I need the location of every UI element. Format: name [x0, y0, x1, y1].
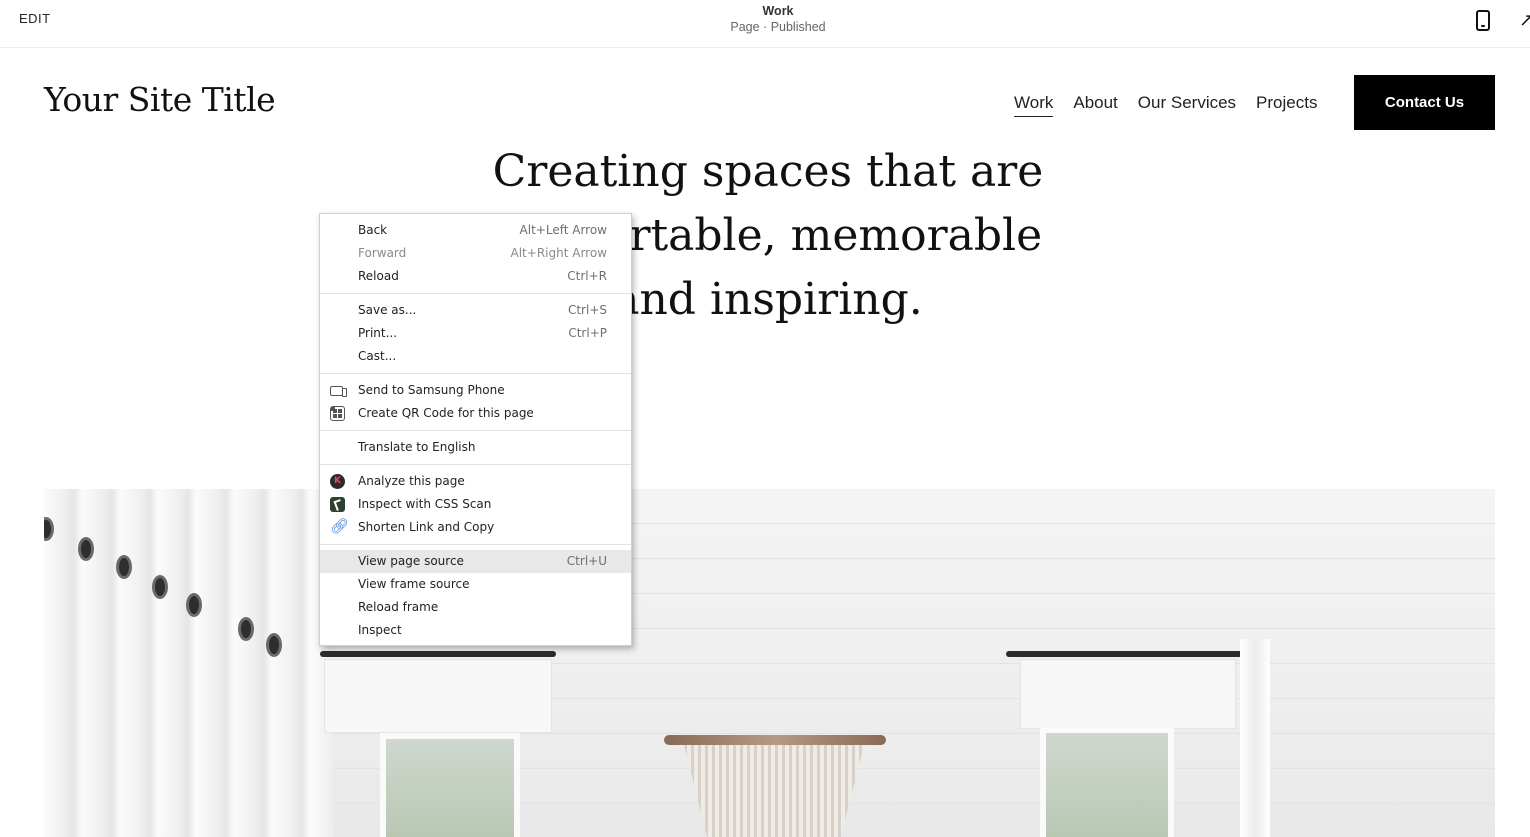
k-extension-icon: K: [330, 474, 345, 489]
menu-item-reload-frame[interactable]: Reload frame: [320, 596, 631, 619]
menu-item-qr-code[interactable]: Create QR Code for this page: [320, 402, 631, 425]
hero-image: [44, 489, 1495, 837]
curtain-rod-right: [1006, 651, 1242, 657]
menu-shortcut: Ctrl+R: [567, 269, 607, 283]
menu-item-label: Shorten Link and Copy: [358, 520, 495, 534]
menu-item-cast[interactable]: Cast...: [320, 345, 631, 368]
curtain-grommet: [186, 593, 202, 617]
menu-item-label: Translate to English: [358, 440, 476, 454]
device-send-icon: [330, 386, 347, 397]
menu-item-label: Print...: [358, 326, 398, 340]
menu-item-label: Inspect: [358, 623, 402, 637]
menu-item-label: Send to Samsung Phone: [358, 383, 505, 397]
menu-shortcut: Alt+Left Arrow: [519, 223, 607, 237]
browser-context-menu: Back Alt+Left Arrow Forward Alt+Right Ar…: [319, 213, 632, 646]
menu-item-label: Forward: [358, 246, 407, 260]
menu-item-save-as[interactable]: Save as... Ctrl+S: [320, 299, 631, 322]
menu-item-label: Reload frame: [358, 600, 439, 614]
nav-item-projects[interactable]: Projects: [1256, 93, 1317, 117]
menu-item-translate[interactable]: Translate to English: [320, 436, 631, 459]
curtain-grommet: [152, 575, 168, 599]
menu-item-inspect[interactable]: Inspect: [320, 619, 631, 642]
curtain-right: [1240, 639, 1270, 837]
window-right: [1040, 727, 1174, 837]
curtain-grommet: [238, 617, 254, 641]
menu-item-label: Analyze this page: [358, 474, 465, 488]
nav-item-work[interactable]: Work: [1014, 93, 1054, 117]
menu-item-print[interactable]: Print... Ctrl+P: [320, 322, 631, 345]
qr-code-icon: [330, 406, 345, 421]
menu-item-label: Save as...: [358, 303, 417, 317]
roman-shade-right: [1020, 659, 1236, 729]
roman-shade-left: [324, 659, 552, 733]
site-nav: Work About Our Services Projects: [1014, 93, 1317, 117]
nav-item-about[interactable]: About: [1073, 93, 1117, 117]
menu-item-label: Inspect with CSS Scan: [358, 497, 492, 511]
css-scan-icon: [330, 497, 345, 512]
menu-separator: [320, 464, 631, 465]
macrame-wall-hanging: [684, 745, 864, 837]
page-status: Work Page · Published: [0, 4, 1530, 36]
curtain-rod-left: [320, 651, 556, 657]
menu-separator: [320, 544, 631, 545]
menu-item-label: Reload: [358, 269, 399, 283]
editor-top-bar: EDIT Work Page · Published ↗: [0, 0, 1530, 48]
link-icon: 🔗︎: [330, 517, 350, 535]
menu-item-css-scan[interactable]: Inspect with CSS Scan: [320, 493, 631, 516]
contact-us-button[interactable]: Contact Us: [1354, 75, 1495, 130]
curtain-grommet: [116, 555, 132, 579]
menu-separator: [320, 430, 631, 431]
menu-item-label: Back: [358, 223, 388, 237]
menu-item-send-to-phone[interactable]: Send to Samsung Phone: [320, 379, 631, 402]
menu-item-label: View frame source: [358, 577, 470, 591]
menu-item-label: View page source: [358, 554, 464, 568]
nav-item-our-services[interactable]: Our Services: [1138, 93, 1236, 117]
menu-shortcut: Ctrl+P: [568, 326, 607, 340]
curtain-grommet: [266, 633, 282, 657]
expand-icon[interactable]: ↗: [1519, 11, 1530, 29]
site-title[interactable]: Your Site Title: [44, 80, 276, 119]
window-left: [380, 733, 520, 837]
menu-item-analyze-page[interactable]: K Analyze this page: [320, 470, 631, 493]
curtain-grommet: [78, 537, 94, 561]
page-published-status: Page · Published: [730, 20, 826, 34]
menu-item-view-frame-source[interactable]: View frame source: [320, 573, 631, 596]
menu-item-label: Cast...: [358, 349, 397, 363]
menu-shortcut: Alt+Right Arrow: [510, 246, 607, 260]
menu-item-back[interactable]: Back Alt+Left Arrow: [320, 219, 631, 242]
menu-shortcut: Ctrl+U: [566, 554, 607, 568]
menu-item-forward[interactable]: Forward Alt+Right Arrow: [320, 242, 631, 265]
page-title: Work: [762, 4, 794, 18]
mobile-preview-icon[interactable]: [1476, 10, 1490, 31]
menu-shortcut: Ctrl+S: [567, 303, 607, 317]
menu-item-reload[interactable]: Reload Ctrl+R: [320, 265, 631, 288]
menu-item-label: Create QR Code for this page: [358, 406, 534, 420]
menu-separator: [320, 293, 631, 294]
menu-item-view-page-source[interactable]: View page source Ctrl+U: [320, 550, 631, 573]
menu-item-shorten-link[interactable]: 🔗︎ Shorten Link and Copy: [320, 516, 631, 539]
menu-separator: [320, 373, 631, 374]
wall-hanging-branch: [664, 735, 886, 745]
